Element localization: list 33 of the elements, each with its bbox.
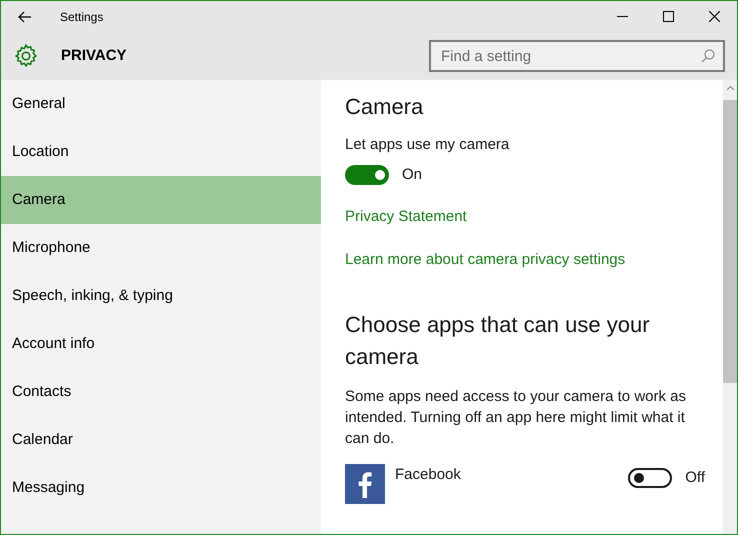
sidebar-item[interactable]: Account info	[1, 320, 321, 368]
app-name: Facebook	[395, 465, 462, 485]
sidebar-item[interactable]: Camera	[1, 176, 321, 224]
minimize-icon	[616, 16, 628, 17]
section-heading: Choose apps that can use your camera	[345, 311, 651, 371]
toggle-state-label: On	[402, 164, 422, 184]
window-title: Settings	[60, 8, 104, 26]
back-arrow-icon	[18, 10, 32, 22]
scrollbar-thumb[interactable]	[723, 100, 737, 383]
toggle-switch[interactable]	[628, 468, 672, 488]
maximize-icon	[662, 11, 674, 22]
toggle-switch[interactable]	[345, 164, 389, 185]
facebook-logo-icon	[345, 464, 385, 504]
section-title: Camera	[345, 93, 424, 121]
sidebar-item[interactable]: General	[1, 80, 321, 128]
sidebar-item[interactable]: Messaging	[1, 464, 321, 512]
close-icon	[708, 11, 720, 22]
sidebar-item[interactable]: Speech, inking, & typing	[1, 272, 321, 320]
scroll-up-icon	[726, 86, 734, 90]
gear-icon	[13, 43, 39, 69]
sidebar-item[interactable]: Microphone	[1, 224, 321, 272]
sidebar-item[interactable]: Calendar	[1, 416, 321, 464]
page-title: PRIVACY	[61, 46, 127, 66]
toggle-state-label: Off	[685, 468, 705, 488]
sidebar-item[interactable]: Location	[1, 128, 321, 176]
search-field[interactable]: Find a setting	[429, 40, 725, 72]
privacy-link[interactable]: Learn more about camera privacy settings	[345, 248, 713, 271]
sidebar-item[interactable]: Contacts	[1, 368, 321, 416]
privacy-link[interactable]: Privacy Statement	[345, 206, 713, 228]
section-description: Some apps need access to your camera to work as intended. Turning off an app here might limit what it can do.	[345, 387, 688, 449]
search-icon	[701, 49, 715, 63]
setting-label: Let apps use my camera	[345, 135, 510, 155]
scrollbar[interactable]	[723, 80, 737, 534]
